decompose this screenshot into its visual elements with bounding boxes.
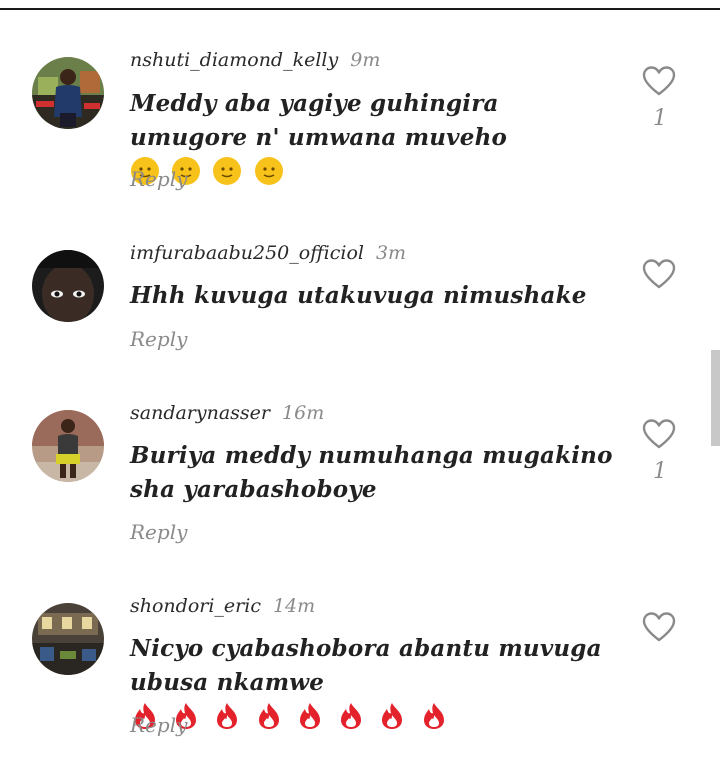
fire-emoji [423,703,444,729]
avatar-photo [32,250,104,322]
comment-text: Meddy aba yagiye guhingira umugore n' um… [130,87,620,190]
reply-button[interactable]: Reply [130,713,187,737]
heart-outline-icon[interactable] [642,611,676,643]
moon-face-emoji [254,157,283,185]
avatar-photo [32,603,104,675]
username[interactable]: nshuti_diamond_kelly [130,49,338,71]
avatar[interactable] [32,57,104,129]
comment-text: Hhh kuvuga utakuvuga nimushake [130,279,620,313]
comment-body: Nicyo cyabashobora abantu muvuga ubusa n… [130,635,602,696]
heart-outline-icon[interactable] [642,258,676,290]
avatar-photo [32,57,104,129]
timestamp: 3m [375,242,407,264]
timestamp: 9m [350,49,381,71]
top-divider [0,8,720,10]
comment-header: shondori_eric 14m [130,594,315,618]
comment-text: Nicyo cyabashobora abantu muvuga ubusa n… [130,632,620,735]
avatar[interactable] [32,250,104,322]
reply-button[interactable]: Reply [130,520,187,544]
fire-emoji [382,703,403,729]
username[interactable]: imfurabaabu250_officiol [130,242,364,264]
heart-outline-icon[interactable] [642,418,676,450]
heart-outline-icon[interactable] [642,65,676,97]
reply-button[interactable]: Reply [130,327,187,351]
comment-body: Hhh kuvuga utakuvuga nimushake [130,282,587,309]
like-count: 1 [653,459,667,484]
avatar-photo [32,410,104,482]
timestamp: 14m [272,595,316,617]
username[interactable]: shondori_eric [130,595,261,617]
fire-emoji [341,703,362,729]
timestamp: 16m [282,402,325,424]
scrollbar-thumb[interactable] [711,350,720,446]
fire-emoji [258,703,279,729]
moon-face-emoji [213,157,242,185]
username[interactable]: sandarynasser [130,402,270,424]
comment-body: Buriya meddy numuhanga mugakino sha yara… [130,442,613,503]
reply-button[interactable]: Reply [130,167,187,191]
fire-emoji [299,703,320,729]
fire-emoji [217,703,238,729]
comment-text: Buriya meddy numuhanga mugakino sha yara… [130,439,620,507]
avatar[interactable] [32,603,104,675]
avatar[interactable] [32,410,104,482]
comment-header: sandarynasser 16m [130,401,324,425]
comment-header: nshuti_diamond_kelly 9m [130,48,380,72]
comment-body: Meddy aba yagiye guhingira umugore n' um… [130,90,508,151]
like-count: 1 [653,106,667,131]
comment-header: imfurabaabu250_officiol 3m [130,241,406,265]
